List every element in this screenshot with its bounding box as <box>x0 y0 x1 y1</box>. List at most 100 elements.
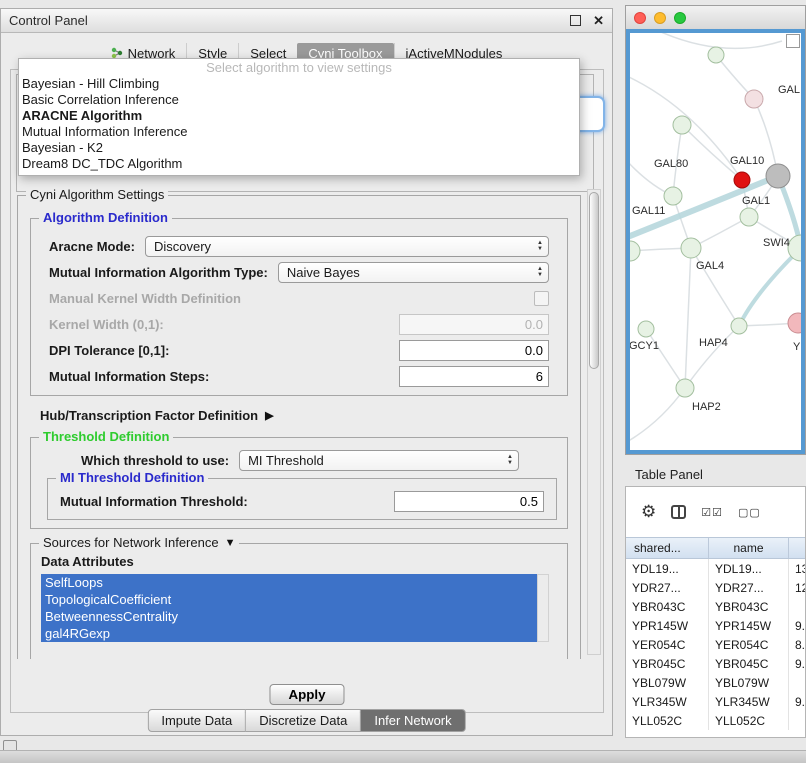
cell: 8. <box>789 635 805 654</box>
cell: YDL19... <box>709 559 789 578</box>
kernel-width-label: Kernel Width (0,1): <box>49 317 164 332</box>
network-node-hap2[interactable] <box>676 379 694 397</box>
tab-discretize-data[interactable]: Discretize Data <box>246 709 361 732</box>
algorithm-option[interactable]: Basic Correlation Inference <box>19 92 579 108</box>
network-canvas[interactable]: GAL80 GAL10 GAL11 GAL1 SWI4 GAL4 GCY1 HA… <box>626 29 805 454</box>
node-label-gal10: GAL10 <box>730 155 764 167</box>
tab-infer-network[interactable]: Infer Network <box>361 709 465 732</box>
tab-impute-data[interactable]: Impute Data <box>147 709 246 732</box>
table-row[interactable]: YDR27... YDR27... 12 <box>626 578 805 597</box>
float-window-icon[interactable] <box>570 15 581 26</box>
list-item-selected[interactable]: SelfLoops <box>41 574 537 591</box>
network-node-pink[interactable] <box>745 90 763 108</box>
settings-scrollbar-thumb[interactable] <box>589 192 599 369</box>
network-node-gcy1[interactable] <box>638 321 654 337</box>
network-node[interactable] <box>673 116 691 134</box>
node-label-hap2: HAP2 <box>692 401 721 413</box>
sources-group: Sources for Network Inference ▼ Data Att… <box>30 543 568 659</box>
network-node[interactable] <box>731 318 747 334</box>
aracne-mode-value: Discovery <box>154 239 211 254</box>
network-node-gal4[interactable] <box>681 238 701 258</box>
dpi-tolerance-input[interactable] <box>399 340 549 361</box>
control-panel-titlebar: Control Panel ✕ <box>1 9 612 33</box>
cell: YER054C <box>709 635 789 654</box>
columns-icon[interactable] <box>671 505 686 519</box>
network-node[interactable] <box>664 187 682 205</box>
cell: YDR27... <box>709 578 789 597</box>
kernel-width-row: Kernel Width (0,1): <box>39 311 559 337</box>
network-node-gal1[interactable] <box>740 208 758 226</box>
cell: YER054C <box>626 635 709 654</box>
mi-type-label: Mutual Information Algorithm Type: <box>49 265 268 280</box>
birdseye-toggle-icon[interactable] <box>786 34 800 48</box>
column-header-shared[interactable]: shared... <box>626 538 709 558</box>
collapse-right-icon: ▶ <box>265 409 273 422</box>
network-node[interactable] <box>630 241 640 261</box>
mi-threshold-row: Mutual Information Threshold: <box>56 489 548 513</box>
table-row[interactable]: YBL079W YBL079W <box>626 673 805 692</box>
network-view-window: GAL80 GAL10 GAL11 GAL1 SWI4 GAL4 GCY1 HA… <box>625 5 806 455</box>
close-icon[interactable]: ✕ <box>593 13 604 29</box>
cell: YBL079W <box>709 673 789 692</box>
column-header-partial[interactable] <box>789 538 805 558</box>
table-row[interactable]: YLL052C YLL052C <box>626 711 805 730</box>
select-all-icon[interactable]: ☑☑ <box>701 506 723 519</box>
aracne-mode-row: Aracne Mode: Discovery <box>39 233 559 259</box>
mac-minimize-button[interactable] <box>654 12 666 24</box>
mi-threshold-label: Mutual Information Threshold: <box>60 494 248 509</box>
node-label-gal-partial: GAL <box>778 84 800 96</box>
combo-arrows-icon <box>537 240 543 252</box>
table-row[interactable]: YBR043C YBR043C <box>626 597 805 616</box>
mi-type-combobox[interactable]: Naive Bayes <box>278 262 549 283</box>
kernel-width-input[interactable] <box>399 314 549 335</box>
table-row[interactable]: YLR345W YLR345W 9. <box>626 692 805 711</box>
sources-group-title[interactable]: Sources for Network Inference ▼ <box>39 535 239 550</box>
which-threshold-combobox[interactable]: MI Threshold <box>239 450 519 471</box>
combo-arrows-icon <box>537 266 543 278</box>
hub-tf-section-toggle[interactable]: Hub/Transcription Factor Definition ▶ <box>40 408 580 423</box>
algorithm-option[interactable]: Bayesian - K2 <box>19 140 579 156</box>
algorithm-option[interactable]: Bayesian - Hill Climbing <box>19 76 579 92</box>
network-node-gal10-red[interactable] <box>734 172 750 188</box>
algorithm-option[interactable]: Dream8 DC_TDC Algorithm <box>19 156 579 172</box>
list-scrollbar[interactable] <box>537 574 549 642</box>
list-item-selected[interactable]: BetweennessCentrality <box>41 608 537 625</box>
deselect-all-icon[interactable]: ▢▢ <box>738 506 761 519</box>
table-row[interactable]: YDL19... YDL19... 13 <box>626 559 805 578</box>
combo-arrows-icon <box>507 454 513 466</box>
mi-type-row: Mutual Information Algorithm Type: Naive… <box>39 259 559 285</box>
mac-zoom-button[interactable] <box>674 12 686 24</box>
collapse-down-icon: ▼ <box>225 537 236 549</box>
which-threshold-label: Which threshold to use: <box>81 453 229 468</box>
algorithm-option[interactable]: Mutual Information Inference <box>19 124 579 140</box>
apply-button[interactable]: Apply <box>269 684 344 705</box>
column-header-name[interactable]: name <box>709 538 789 558</box>
table-row[interactable]: YER054C YER054C 8. <box>626 635 805 654</box>
mi-steps-input[interactable] <box>399 366 549 387</box>
cell <box>789 711 805 730</box>
algorithm-dropdown-popup: Select algorithm to view settings Bayesi… <box>18 58 580 176</box>
table-header: shared... name <box>626 537 805 559</box>
settings-scrollbar[interactable] <box>587 189 601 655</box>
cyni-algorithm-settings-group: Cyni Algorithm Settings Algorithm Defini… <box>17 195 581 659</box>
which-threshold-value: MI Threshold <box>248 453 324 468</box>
mi-threshold-input[interactable] <box>394 491 544 512</box>
network-node-gray[interactable] <box>766 164 790 188</box>
table-row[interactable]: YBR045C YBR045C 9. <box>626 654 805 673</box>
algorithm-option-selected[interactable]: ARACNE Algorithm <box>19 108 579 124</box>
mac-close-button[interactable] <box>634 12 646 24</box>
gear-icon[interactable]: ⚙ <box>641 502 656 522</box>
cell: 12 <box>789 578 805 597</box>
aracne-mode-combobox[interactable]: Discovery <box>145 236 549 257</box>
network-node-pink[interactable] <box>788 313 803 333</box>
network-node[interactable] <box>708 47 724 63</box>
algorithm-placeholder: Select algorithm to view settings <box>19 59 579 76</box>
list-item-selected[interactable]: TopologicalCoefficient <box>41 591 537 608</box>
table-row[interactable]: YPR145W YPR145W 9. <box>626 616 805 635</box>
algorithm-definition-group: Algorithm Definition Aracne Mode: Discov… <box>30 218 568 396</box>
node-label-swi4: SWI4 <box>763 237 790 249</box>
mi-threshold-group: MI Threshold Definition Mutual Informati… <box>47 478 557 520</box>
manual-kernel-checkbox[interactable] <box>534 291 549 306</box>
network-graph: GAL80 GAL10 GAL11 GAL1 SWI4 GAL4 GCY1 HA… <box>630 33 803 452</box>
list-item-selected[interactable]: gal4RGexp <box>41 625 537 642</box>
